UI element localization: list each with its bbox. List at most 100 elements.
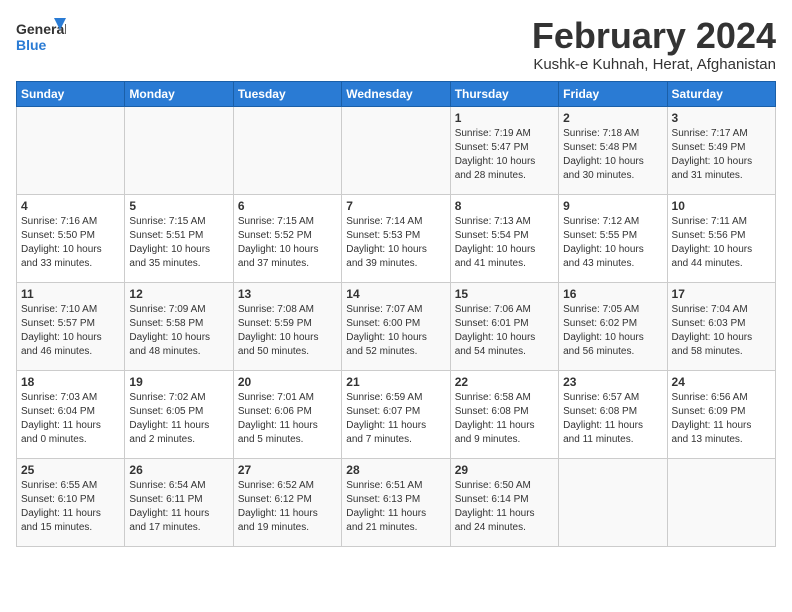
calendar-cell [125, 106, 233, 194]
day-number: 6 [238, 199, 337, 213]
day-number: 8 [455, 199, 554, 213]
calendar-cell: 4 Sunrise: 7:16 AM Sunset: 5:50 PM Daylig… [17, 194, 125, 282]
day-info: Sunrise: 6:56 AM Sunset: 6:09 PM Dayligh… [672, 391, 771, 447]
calendar-cell: 13 Sunrise: 7:08 AM Sunset: 5:59 PM Dayli… [233, 282, 341, 370]
day-info: Sunrise: 6:58 AM Sunset: 6:08 PM Dayligh… [455, 391, 554, 447]
calendar-cell: 9 Sunrise: 7:12 AM Sunset: 5:55 PM Daylig… [559, 194, 667, 282]
calendar-cell: 29 Sunrise: 6:50 AM Sunset: 6:14 PM Dayli… [450, 458, 558, 546]
day-info: Sunrise: 7:08 AM Sunset: 5:59 PM Dayligh… [238, 303, 337, 359]
calendar-cell: 7 Sunrise: 7:14 AM Sunset: 5:53 PM Daylig… [342, 194, 450, 282]
calendar-cell [667, 458, 775, 546]
day-number: 3 [672, 111, 771, 125]
calendar-cell [559, 458, 667, 546]
day-of-week-header: Thursday [450, 81, 558, 106]
day-of-week-header: Saturday [667, 81, 775, 106]
day-of-week-header: Monday [125, 81, 233, 106]
calendar-cell: 12 Sunrise: 7:09 AM Sunset: 5:58 PM Dayli… [125, 282, 233, 370]
day-info: Sunrise: 6:54 AM Sunset: 6:11 PM Dayligh… [129, 479, 228, 535]
day-of-week-header: Tuesday [233, 81, 341, 106]
day-info: Sunrise: 7:05 AM Sunset: 6:02 PM Dayligh… [563, 303, 662, 359]
calendar-table: SundayMondayTuesdayWednesdayThursdayFrid… [16, 81, 776, 547]
day-info: Sunrise: 7:15 AM Sunset: 5:52 PM Dayligh… [238, 215, 337, 271]
calendar-cell: 19 Sunrise: 7:02 AM Sunset: 6:05 PM Dayli… [125, 370, 233, 458]
day-info: Sunrise: 7:10 AM Sunset: 5:57 PM Dayligh… [21, 303, 120, 359]
calendar-cell: 8 Sunrise: 7:13 AM Sunset: 5:54 PM Daylig… [450, 194, 558, 282]
day-number: 14 [346, 287, 445, 301]
calendar-week-row: 1 Sunrise: 7:19 AM Sunset: 5:47 PM Daylig… [17, 106, 776, 194]
calendar-cell [17, 106, 125, 194]
calendar-cell [233, 106, 341, 194]
calendar-cell: 28Sunrise: 6:51 AM Sunset: 6:13 PM Dayli… [342, 458, 450, 546]
calendar-cell: 27 Sunrise: 6:52 AM Sunset: 6:12 PM Dayli… [233, 458, 341, 546]
location: Kushk-e Kuhnah, Herat, Afghanistan [532, 56, 776, 73]
day-number: 19 [129, 375, 228, 389]
title-block: February 2024 Kushk-e Kuhnah, Herat, Afg… [532, 16, 776, 73]
day-number: 9 [563, 199, 662, 213]
calendar-cell: 25 Sunrise: 6:55 AM Sunset: 6:10 PM Dayli… [17, 458, 125, 546]
day-number: 12 [129, 287, 228, 301]
calendar-cell: 17Sunrise: 7:04 AM Sunset: 6:03 PM Dayli… [667, 282, 775, 370]
day-info: Sunrise: 6:55 AM Sunset: 6:10 PM Dayligh… [21, 479, 120, 535]
day-info: Sunrise: 7:09 AM Sunset: 5:58 PM Dayligh… [129, 303, 228, 359]
day-info: Sunrise: 7:15 AM Sunset: 5:51 PM Dayligh… [129, 215, 228, 271]
calendar-cell: 24Sunrise: 6:56 AM Sunset: 6:09 PM Dayli… [667, 370, 775, 458]
day-info: Sunrise: 7:17 AM Sunset: 5:49 PM Dayligh… [672, 127, 771, 183]
day-number: 27 [238, 463, 337, 477]
logo: General Blue [16, 16, 66, 60]
day-number: 4 [21, 199, 120, 213]
calendar-week-row: 4 Sunrise: 7:16 AM Sunset: 5:50 PM Daylig… [17, 194, 776, 282]
calendar-body: 1 Sunrise: 7:19 AM Sunset: 5:47 PM Daylig… [17, 106, 776, 546]
day-info: Sunrise: 6:57 AM Sunset: 6:08 PM Dayligh… [563, 391, 662, 447]
day-number: 23 [563, 375, 662, 389]
day-info: Sunrise: 7:01 AM Sunset: 6:06 PM Dayligh… [238, 391, 337, 447]
calendar-cell: 26 Sunrise: 6:54 AM Sunset: 6:11 PM Dayli… [125, 458, 233, 546]
day-number: 21 [346, 375, 445, 389]
calendar-week-row: 18 Sunrise: 7:03 AM Sunset: 6:04 PM Dayli… [17, 370, 776, 458]
day-number: 20 [238, 375, 337, 389]
day-number: 29 [455, 463, 554, 477]
calendar-cell: 2Sunrise: 7:18 AM Sunset: 5:48 PM Daylig… [559, 106, 667, 194]
calendar-cell: 1 Sunrise: 7:19 AM Sunset: 5:47 PM Daylig… [450, 106, 558, 194]
day-info: Sunrise: 7:02 AM Sunset: 6:05 PM Dayligh… [129, 391, 228, 447]
day-of-week-header: Sunday [17, 81, 125, 106]
day-info: Sunrise: 6:59 AM Sunset: 6:07 PM Dayligh… [346, 391, 445, 447]
day-number: 16 [563, 287, 662, 301]
day-info: Sunrise: 7:19 AM Sunset: 5:47 PM Dayligh… [455, 127, 554, 183]
day-info: Sunrise: 7:16 AM Sunset: 5:50 PM Dayligh… [21, 215, 120, 271]
day-number: 5 [129, 199, 228, 213]
svg-text:Blue: Blue [16, 37, 47, 53]
day-number: 2 [563, 111, 662, 125]
day-number: 22 [455, 375, 554, 389]
logo-icon: General Blue [16, 16, 66, 60]
calendar-cell: 6 Sunrise: 7:15 AM Sunset: 5:52 PM Daylig… [233, 194, 341, 282]
calendar-cell: 16 Sunrise: 7:05 AM Sunset: 6:02 PM Dayli… [559, 282, 667, 370]
calendar-cell: 22 Sunrise: 6:58 AM Sunset: 6:08 PM Dayli… [450, 370, 558, 458]
day-info: Sunrise: 7:04 AM Sunset: 6:03 PM Dayligh… [672, 303, 771, 359]
day-info: Sunrise: 6:52 AM Sunset: 6:12 PM Dayligh… [238, 479, 337, 535]
day-info: Sunrise: 7:12 AM Sunset: 5:55 PM Dayligh… [563, 215, 662, 271]
day-number: 7 [346, 199, 445, 213]
day-number: 13 [238, 287, 337, 301]
day-number: 25 [21, 463, 120, 477]
calendar-cell: 11 Sunrise: 7:10 AM Sunset: 5:57 PM Dayli… [17, 282, 125, 370]
day-number: 26 [129, 463, 228, 477]
day-info: Sunrise: 6:50 AM Sunset: 6:14 PM Dayligh… [455, 479, 554, 535]
calendar-cell: 15Sunrise: 7:06 AM Sunset: 6:01 PM Dayli… [450, 282, 558, 370]
day-info: Sunrise: 7:13 AM Sunset: 5:54 PM Dayligh… [455, 215, 554, 271]
day-number: 1 [455, 111, 554, 125]
day-number: 18 [21, 375, 120, 389]
month-title: February 2024 [532, 16, 776, 56]
calendar-week-row: 25 Sunrise: 6:55 AM Sunset: 6:10 PM Dayli… [17, 458, 776, 546]
day-info: Sunrise: 7:14 AM Sunset: 5:53 PM Dayligh… [346, 215, 445, 271]
calendar-cell [342, 106, 450, 194]
day-of-week-header: Wednesday [342, 81, 450, 106]
calendar-cell: 21 Sunrise: 6:59 AM Sunset: 6:07 PM Dayli… [342, 370, 450, 458]
day-info: Sunrise: 7:06 AM Sunset: 6:01 PM Dayligh… [455, 303, 554, 359]
day-number: 11 [21, 287, 120, 301]
calendar-cell: 23 Sunrise: 6:57 AM Sunset: 6:08 PM Dayli… [559, 370, 667, 458]
day-info: Sunrise: 7:03 AM Sunset: 6:04 PM Dayligh… [21, 391, 120, 447]
calendar-cell: 3 Sunrise: 7:17 AM Sunset: 5:49 PM Daylig… [667, 106, 775, 194]
calendar-cell: 14Sunrise: 7:07 AM Sunset: 6:00 PM Dayli… [342, 282, 450, 370]
day-number: 28 [346, 463, 445, 477]
page-header: General Blue February 2024 Kushk-e Kuhna… [16, 16, 776, 73]
